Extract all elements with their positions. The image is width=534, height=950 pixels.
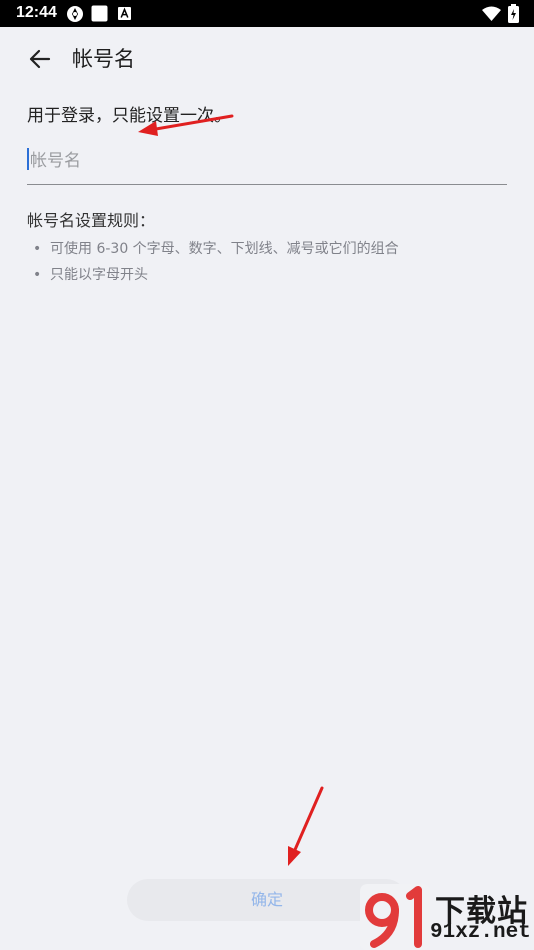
battery-charging-icon <box>508 4 519 23</box>
square-notification-icon <box>91 5 108 22</box>
rule-item: • 只能以字母开头 <box>33 262 399 288</box>
bullet-icon: • <box>33 241 42 257</box>
bullet-icon: • <box>33 267 42 283</box>
rule-item: • 可使用 6-30 个字母、数字、下划线、减号或它们的组合 <box>33 236 399 262</box>
status-bar: 12:44 <box>0 0 534 27</box>
wifi-icon <box>482 6 501 21</box>
sync-icon <box>67 6 83 22</box>
app-notification-icon <box>118 7 131 20</box>
watermark-logo-icon <box>360 884 430 950</box>
back-button[interactable] <box>22 41 58 77</box>
rule-text: 只能以字母开头 <box>50 267 148 283</box>
app-bar: 帐号名 <box>0 27 534 89</box>
hint-text: 用于登录，只能设置一次。 <box>27 106 231 126</box>
watermark-url: 91xz.net <box>430 921 531 944</box>
rule-text: 可使用 6-30 个字母、数字、下划线、减号或它们的组合 <box>50 241 399 257</box>
rules-title: 帐号名设置规则： <box>27 211 156 230</box>
account-name-field[interactable] <box>27 140 510 185</box>
annotation-arrow-icon <box>288 786 324 866</box>
watermark: 下载站 91xz.net <box>360 884 534 950</box>
arrow-left-icon <box>29 49 51 69</box>
page-title: 帐号名 <box>72 47 135 71</box>
rules-list: • 可使用 6-30 个字母、数字、下划线、减号或它们的组合 • 只能以字母开头 <box>33 236 399 288</box>
account-name-input[interactable] <box>27 140 510 182</box>
status-time: 12:44 <box>16 4 57 21</box>
